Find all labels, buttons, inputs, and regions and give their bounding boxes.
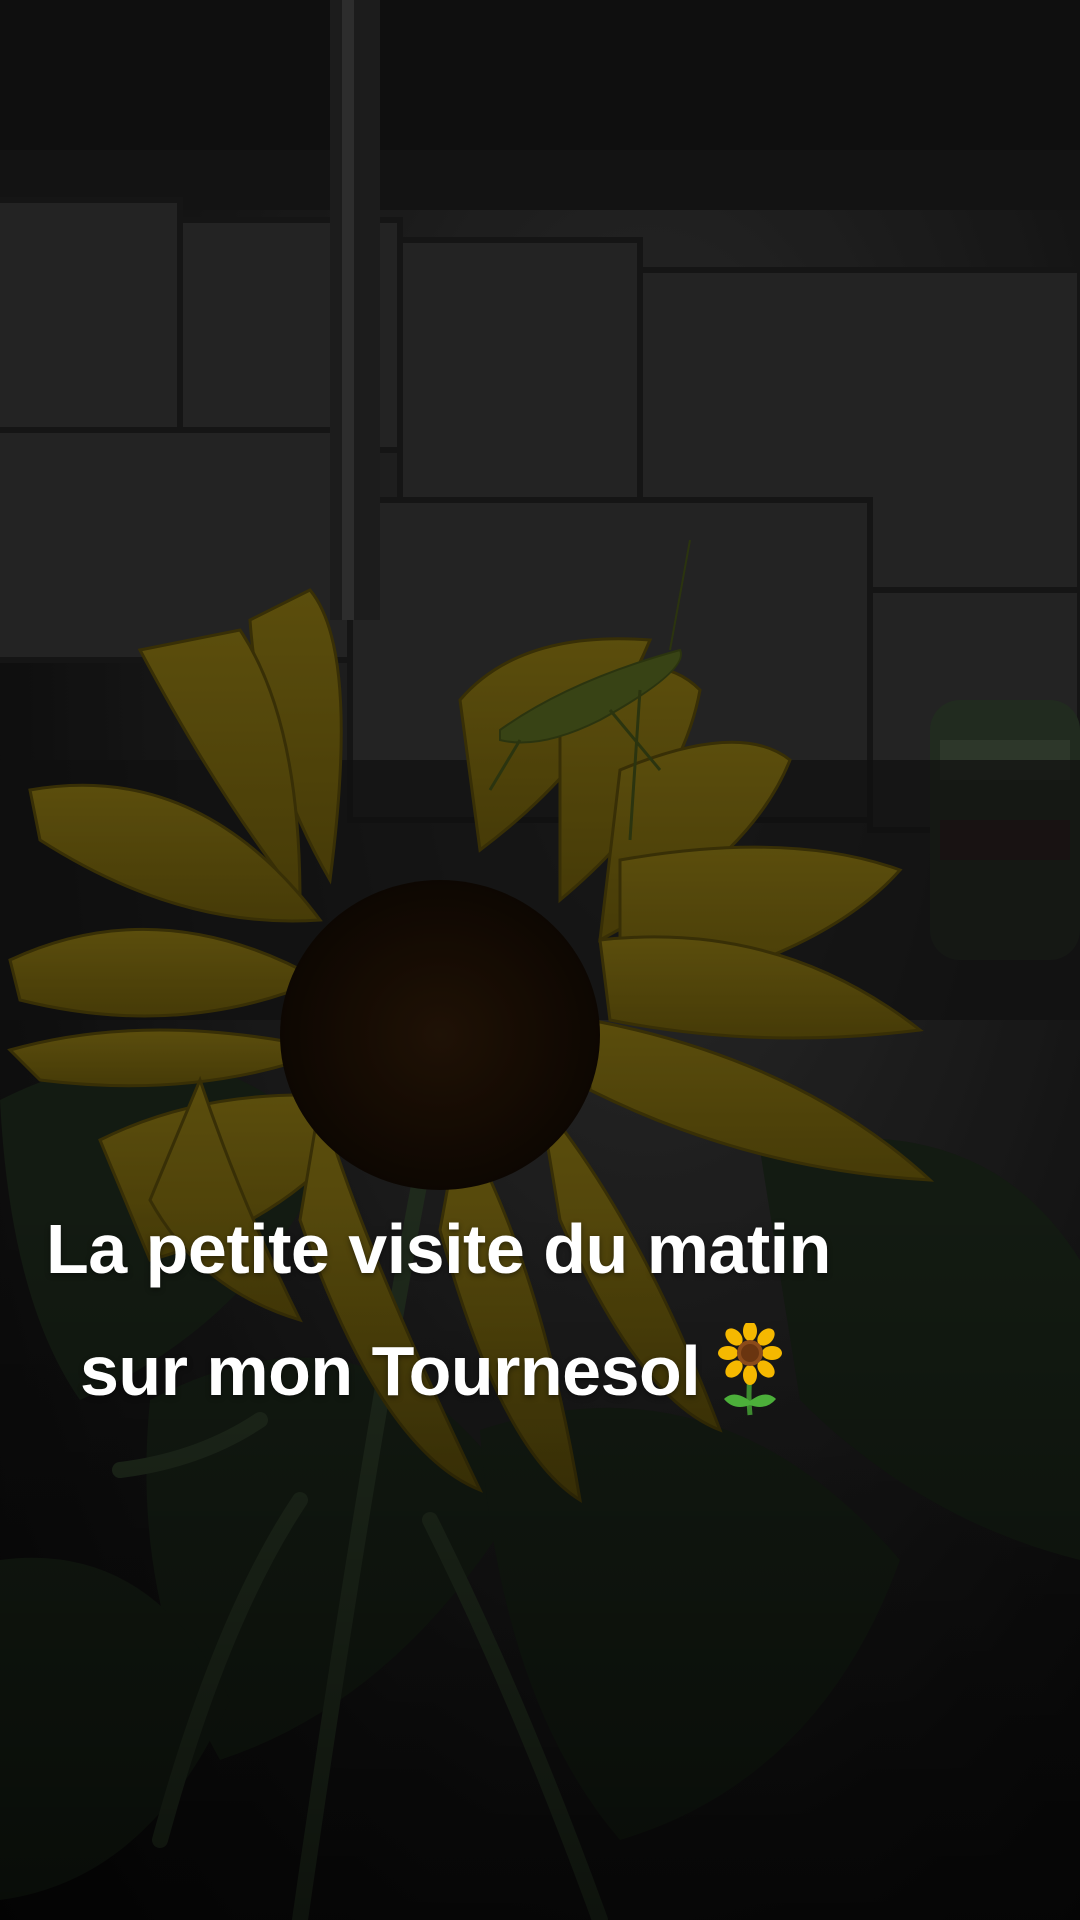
caption-line-2: sur mon Tournesol — [0, 1310, 1080, 1432]
video-frame: La petite visite du matin sur mon Tourne… — [0, 0, 1080, 1920]
sunflower-emoji-icon — [718, 1322, 783, 1415]
caption-line-2-text: sur mon Tournesol — [80, 1332, 701, 1410]
video-caption: La petite visite du matin sur mon Tourne… — [0, 1188, 1080, 1432]
caption-line-1: La petite visite du matin — [46, 1210, 831, 1288]
sunflower-photo — [0, 0, 1080, 1920]
